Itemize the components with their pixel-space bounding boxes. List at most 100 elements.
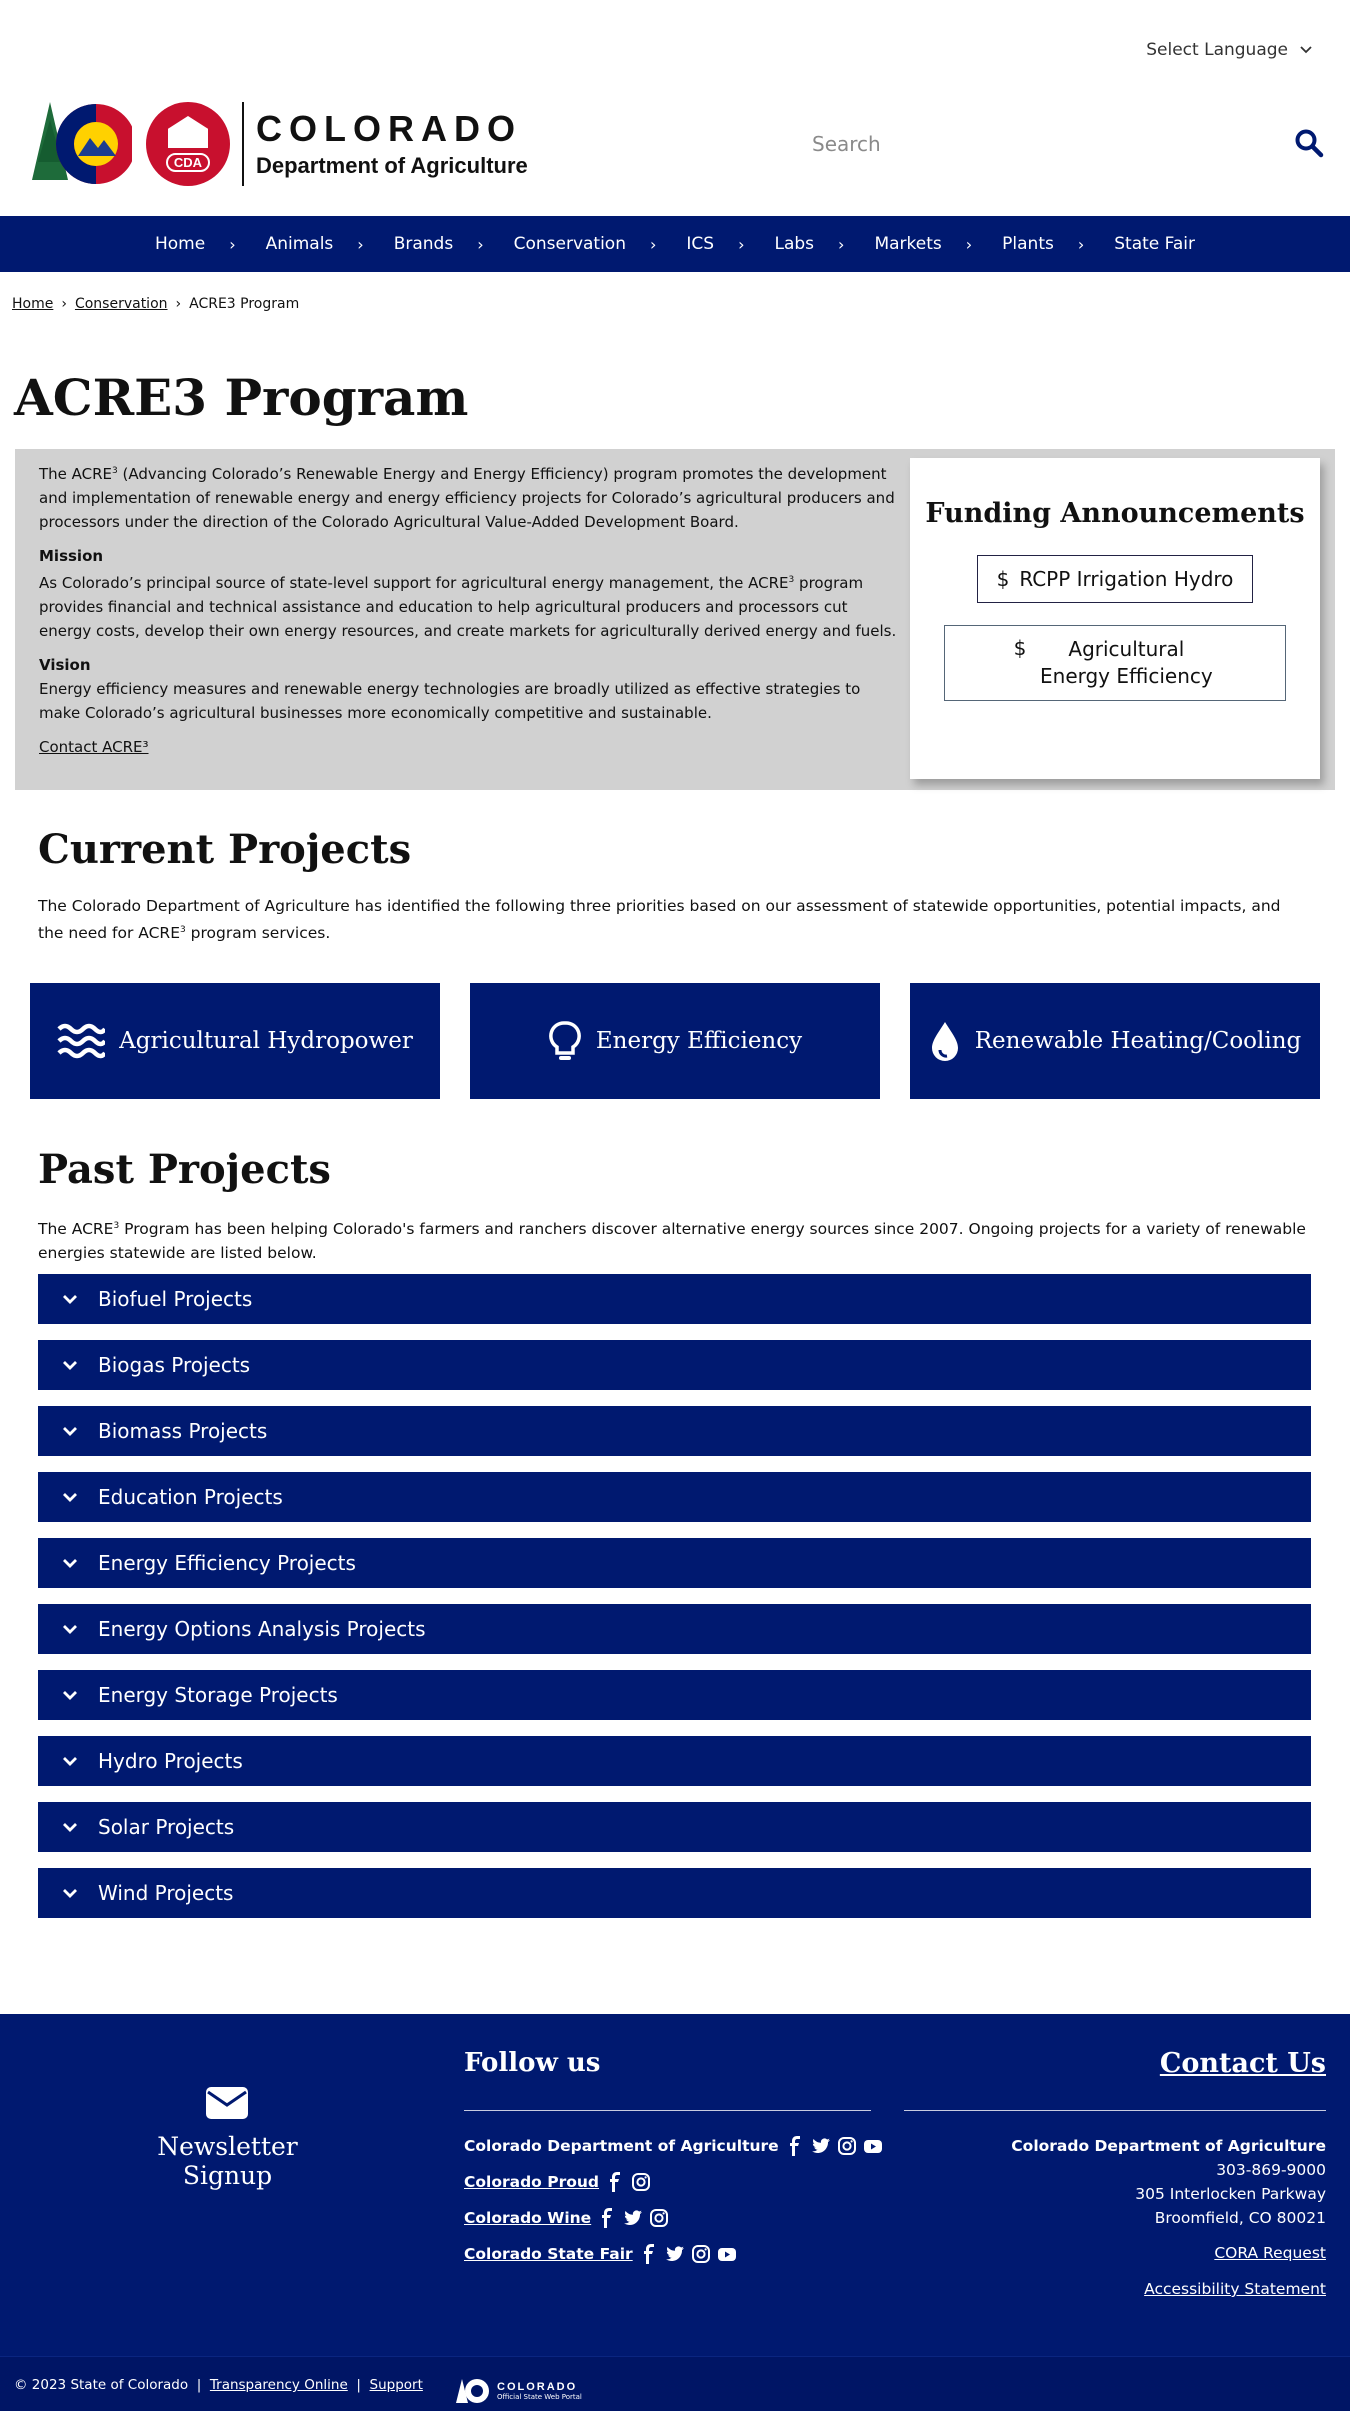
instagram-icon[interactable] bbox=[649, 2208, 669, 2228]
mission-heading: Mission bbox=[39, 547, 104, 565]
instagram-icon[interactable] bbox=[691, 2244, 711, 2264]
mission-text-part: As Colorado’s principal source of state-… bbox=[39, 574, 789, 592]
social-row-colorado-proud: Colorado Proud bbox=[464, 2172, 651, 2192]
chevron-right-icon: › bbox=[1077, 234, 1085, 254]
brand-title: COLORADO bbox=[256, 108, 522, 149]
accordion-biomass-projects[interactable]: Biomass Projects bbox=[38, 1406, 1311, 1456]
street-address: 305 Interlocken Parkway bbox=[1135, 2185, 1326, 2203]
dollar-icon: $ bbox=[1013, 636, 1027, 660]
intro-text: The ACRE3 (Advancing Colorado’s Renewabl… bbox=[39, 459, 899, 769]
cora-request-link[interactable]: CORA Request bbox=[1214, 2244, 1326, 2262]
vision-text: Energy efficiency measures and renewable… bbox=[39, 680, 861, 722]
facebook-icon[interactable] bbox=[639, 2244, 659, 2264]
energy-efficiency-card[interactable]: Energy Efficiency bbox=[470, 983, 880, 1099]
nav-item-state-fair[interactable]: State Fair bbox=[1099, 234, 1210, 254]
agricultural-hydropower-card[interactable]: Agricultural Hydropower bbox=[30, 983, 440, 1099]
contact-acre-link[interactable]: Contact ACRE³ bbox=[39, 738, 149, 756]
accordion-energy-storage-projects[interactable]: Energy Storage Projects bbox=[38, 1670, 1311, 1720]
newsletter-signup-link[interactable]: Newsletter Signup bbox=[125, 2132, 330, 2190]
instagram-icon[interactable] bbox=[631, 2172, 651, 2192]
accordion-hydro-projects[interactable]: Hydro Projects bbox=[38, 1736, 1311, 1786]
search-icon[interactable] bbox=[1294, 128, 1324, 158]
accordion-education-projects[interactable]: Education Projects bbox=[38, 1472, 1311, 1522]
nav-label: Labs bbox=[774, 234, 815, 254]
nav-item-markets[interactable]: Markets › bbox=[859, 234, 987, 254]
chevron-down-icon bbox=[63, 1295, 77, 1304]
breadcrumb-conservation-link[interactable]: Conservation bbox=[75, 296, 168, 312]
colorado-portal-logo[interactable]: COLORADO Official State Web Portal bbox=[455, 2377, 582, 2405]
facebook-icon[interactable] bbox=[597, 2208, 617, 2228]
nav-item-ics[interactable]: ICS › bbox=[671, 234, 759, 254]
phone: 303-869-9000 bbox=[1216, 2161, 1326, 2179]
nav-label: Home bbox=[154, 234, 206, 254]
social-org-label: Colorado Department of Agriculture bbox=[464, 2137, 779, 2155]
portal-subtitle: Official State Web Portal bbox=[497, 2393, 582, 2401]
nav-label: State Fair bbox=[1114, 234, 1196, 254]
colorado-wine-link[interactable]: Colorado Wine bbox=[464, 2209, 591, 2227]
divider bbox=[904, 2110, 1326, 2111]
bottom-bar: © 2023 State of Colorado | Transparency … bbox=[0, 2356, 1350, 2411]
button-label: Agricultural Energy Efficiency bbox=[1040, 637, 1213, 688]
twitter-icon[interactable] bbox=[665, 2244, 685, 2264]
rcpp-irrigation-hydro-button[interactable]: $ RCPP Irrigation Hydro bbox=[977, 555, 1253, 603]
language-selector[interactable]: Select Language bbox=[1146, 40, 1312, 60]
nav-label: Animals bbox=[265, 234, 334, 254]
org-name: Colorado Department of Agriculture bbox=[1011, 2137, 1326, 2155]
breadcrumb-separator: › bbox=[175, 296, 182, 312]
chevron-down-icon bbox=[1300, 43, 1312, 57]
accordion-label: Energy Efficiency Projects bbox=[98, 1551, 356, 1575]
intro-text-part: The ACRE bbox=[39, 465, 113, 483]
nav-label: Brands bbox=[393, 234, 454, 254]
social-row-colorado-wine: Colorado Wine bbox=[464, 2208, 669, 2228]
twitter-icon[interactable] bbox=[623, 2208, 643, 2228]
support-link[interactable]: Support bbox=[370, 2377, 423, 2393]
nav-label: ICS bbox=[686, 234, 715, 254]
breadcrumb-home-link[interactable]: Home bbox=[12, 296, 53, 312]
nav-item-home[interactable]: Home › bbox=[140, 234, 251, 254]
chevron-down-icon bbox=[63, 1625, 77, 1634]
chevron-right-icon: › bbox=[965, 234, 973, 254]
search-input[interactable] bbox=[812, 124, 1252, 164]
accordion-wind-projects[interactable]: Wind Projects bbox=[38, 1868, 1311, 1918]
accordion-biofuel-projects[interactable]: Biofuel Projects bbox=[38, 1274, 1311, 1324]
current-projects-text: The Colorado Department of Agriculture h… bbox=[38, 894, 1308, 945]
nav-item-conservation[interactable]: Conservation › bbox=[499, 234, 672, 254]
colorado-state-fair-link[interactable]: Colorado State Fair bbox=[464, 2245, 633, 2263]
instagram-icon[interactable] bbox=[837, 2136, 857, 2156]
card-label: Agricultural Hydropower bbox=[119, 1028, 413, 1054]
funding-heading: Funding Announcements bbox=[925, 498, 1305, 529]
past-projects-text: The ACRE3 Program has been helping Color… bbox=[38, 1214, 1308, 1265]
breadcrumb-current: ACRE3 Program bbox=[189, 296, 300, 312]
nav-item-plants[interactable]: Plants › bbox=[987, 234, 1099, 254]
accordion-solar-projects[interactable]: Solar Projects bbox=[38, 1802, 1311, 1852]
facebook-icon[interactable] bbox=[785, 2136, 805, 2156]
accessibility-statement-link[interactable]: Accessibility Statement bbox=[1144, 2280, 1326, 2298]
youtube-icon[interactable] bbox=[717, 2244, 737, 2264]
youtube-icon[interactable] bbox=[863, 2136, 883, 2156]
envelope-icon[interactable] bbox=[205, 2086, 249, 2120]
renewable-heating-cooling-card[interactable]: Renewable Heating/Cooling bbox=[910, 983, 1320, 1099]
chevron-right-icon: › bbox=[838, 234, 845, 254]
divider bbox=[464, 2110, 871, 2111]
twitter-icon[interactable] bbox=[811, 2136, 831, 2156]
facebook-icon[interactable] bbox=[605, 2172, 625, 2192]
site-logo[interactable]: CDA COLORADO Department of Agriculture bbox=[28, 100, 528, 188]
lightbulb-icon bbox=[549, 1021, 581, 1060]
text-part: Program has been helping Colorado's farm… bbox=[38, 1220, 1306, 1263]
accordion-energy-options-analysis-projects[interactable]: Energy Options Analysis Projects bbox=[38, 1604, 1311, 1654]
colorado-proud-link[interactable]: Colorado Proud bbox=[464, 2173, 599, 2191]
nav-item-labs[interactable]: Labs › bbox=[760, 234, 860, 254]
agricultural-energy-efficiency-button[interactable]: $ Agricultural Energy Efficiency bbox=[944, 625, 1286, 701]
transparency-online-link[interactable]: Transparency Online bbox=[210, 2377, 348, 2393]
social-row-cda: Colorado Department of Agriculture bbox=[464, 2136, 883, 2156]
nav-item-animals[interactable]: Animals › bbox=[251, 234, 379, 254]
nav-label: Markets bbox=[874, 234, 942, 254]
accordion-label: Energy Storage Projects bbox=[98, 1683, 338, 1707]
accordion-biogas-projects[interactable]: Biogas Projects bbox=[38, 1340, 1311, 1390]
contact-us-link[interactable]: Contact Us bbox=[1160, 2048, 1326, 2079]
nav-item-brands[interactable]: Brands › bbox=[379, 234, 499, 254]
vision-paragraph: Vision Energy efficiency measures and ren… bbox=[39, 653, 899, 725]
city-address: Broomfield, CO 80021 bbox=[1154, 2209, 1326, 2227]
accordion-energy-efficiency-projects[interactable]: Energy Efficiency Projects bbox=[38, 1538, 1311, 1588]
copyright: © 2023 State of Colorado bbox=[14, 2377, 189, 2393]
